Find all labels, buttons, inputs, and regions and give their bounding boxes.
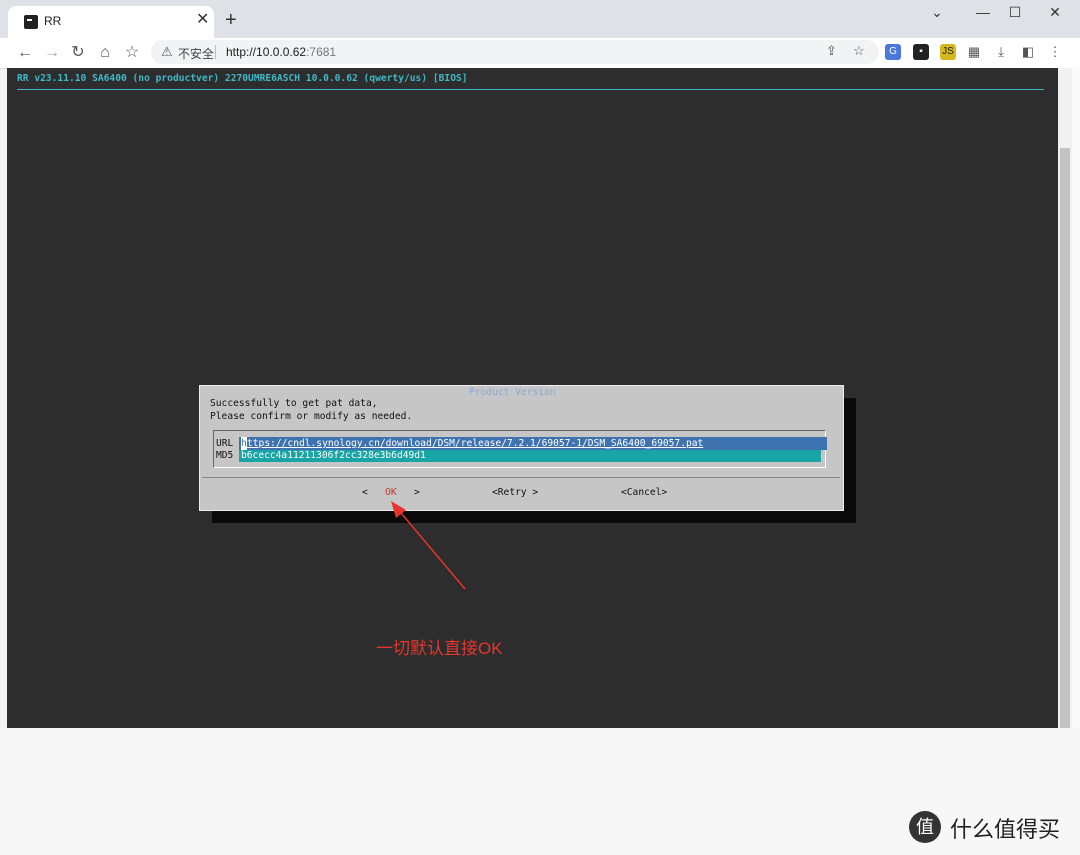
product-version-dialog: Product Version Successfully to get pat … bbox=[199, 385, 844, 511]
watermark-logo: 值 bbox=[909, 811, 941, 843]
terminal-icon bbox=[24, 15, 38, 29]
url-value: ttps://cndl.synology.cn/download/DSM/rel… bbox=[247, 438, 704, 449]
page-edge bbox=[1072, 68, 1080, 728]
extension-icon[interactable]: ▪ bbox=[913, 44, 929, 60]
address-bar[interactable]: ⚠ 不安全 http://10.0.0.62:7681 ⇪ ☆ bbox=[151, 40, 879, 64]
md5-label: MD5 bbox=[216, 450, 234, 461]
annotation-arrow bbox=[391, 501, 466, 590]
divider bbox=[215, 45, 216, 59]
new-tab-button[interactable]: + bbox=[225, 10, 237, 30]
arrow-shaft bbox=[395, 506, 466, 590]
forward-icon[interactable]: → bbox=[41, 42, 63, 64]
scrollbar[interactable] bbox=[1058, 68, 1072, 728]
dialog-message: Successfully to get pat data, Please conf… bbox=[210, 398, 412, 423]
bookmark-icon[interactable]: ☆ bbox=[853, 43, 865, 59]
retry-button[interactable]: <Retry > bbox=[492, 487, 538, 498]
form-box: URL https://cndl.synology.cn/download/DS… bbox=[213, 430, 827, 468]
puzzle-icon[interactable]: ▦ bbox=[966, 44, 982, 60]
sidepanel-icon[interactable]: ◧ bbox=[1020, 44, 1036, 60]
home-icon[interactable]: ⌂ bbox=[94, 42, 116, 64]
scrollbar-thumb[interactable] bbox=[1060, 148, 1070, 728]
button-divider bbox=[202, 477, 840, 478]
message-line: Please confirm or modify as needed. bbox=[210, 410, 413, 422]
ok-left-bracket: < bbox=[362, 487, 368, 498]
tab-search-icon[interactable]: ⌄ bbox=[922, 4, 952, 21]
tab-strip: RR ✕ + ⌄ — ☐ ✕ bbox=[0, 0, 1080, 38]
back-icon[interactable]: ← bbox=[14, 42, 36, 64]
tab-close-icon[interactable]: ✕ bbox=[196, 12, 209, 28]
maximize-button[interactable]: ☐ bbox=[1000, 4, 1030, 21]
translate-icon[interactable]: G bbox=[885, 44, 901, 60]
menu-icon[interactable]: ⋮ bbox=[1047, 44, 1063, 60]
watermark-text: 什么值得买 bbox=[950, 817, 1061, 842]
share-icon[interactable]: ⇪ bbox=[826, 43, 837, 59]
url-label: URL bbox=[216, 438, 234, 449]
url-field[interactable]: https://cndl.synology.cn/download/DSM/re… bbox=[239, 437, 827, 450]
annotation-text: 一切默认直接OK bbox=[376, 639, 503, 658]
download-icon[interactable]: ⤓ bbox=[993, 44, 1009, 60]
browser-tab[interactable]: RR ✕ bbox=[8, 6, 214, 38]
js-extension-icon[interactable]: JS bbox=[940, 44, 956, 60]
reload-icon[interactable]: ↻ bbox=[67, 42, 89, 64]
terminal-header: RR v23.11.10 SA6400 (no productver) 2270… bbox=[17, 73, 468, 84]
minimize-button[interactable]: — bbox=[968, 4, 998, 20]
bookmark-star-icon[interactable]: ☆ bbox=[121, 42, 143, 64]
md5-field[interactable]: b6cecc4a11211306f2cc328e3b6d49d1 bbox=[239, 450, 821, 462]
browser-toolbar: ← → ↻ ⌂ ☆ ⚠ 不安全 http://10.0.0.62:7681 ⇪ … bbox=[0, 38, 1080, 69]
warning-icon[interactable]: ⚠ bbox=[161, 44, 173, 60]
tab-title: RR bbox=[44, 14, 62, 28]
insecure-label[interactable]: 不安全 bbox=[178, 45, 214, 62]
message-line: Successfully to get pat data, bbox=[210, 398, 378, 409]
url-text[interactable]: http://10.0.0.62:7681 bbox=[226, 45, 336, 59]
url-port: :7681 bbox=[306, 45, 337, 59]
close-window-button[interactable]: ✕ bbox=[1040, 4, 1070, 21]
cancel-button[interactable]: <Cancel> bbox=[621, 487, 667, 498]
dialog-title: Product Version bbox=[469, 387, 556, 398]
url-host: http://10.0.0.62 bbox=[226, 45, 307, 59]
header-divider bbox=[17, 89, 1044, 90]
